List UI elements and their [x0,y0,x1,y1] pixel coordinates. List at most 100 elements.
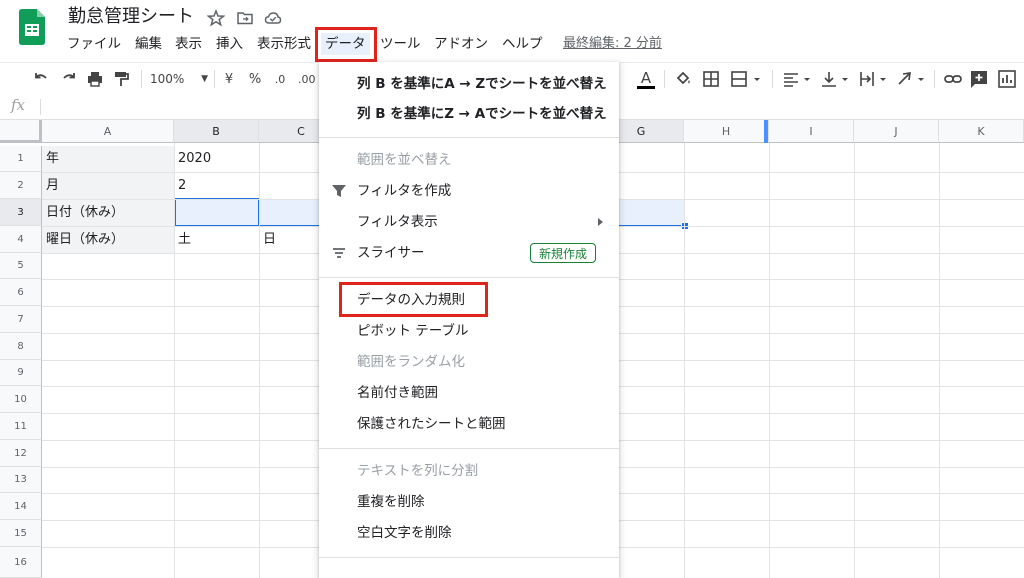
row-header-14[interactable]: 14 [0,493,42,520]
highlight-box-data-validation [339,282,488,317]
data-menu-dropdown: 列 B を基準にA → Zでシートを並べ替え 列 B を基準にZ → Aでシート… [319,62,619,578]
row-header-5[interactable]: 5 [0,253,42,279]
decrease-decimal-button[interactable]: .0 [270,68,290,90]
row-header-16[interactable]: 16 [0,547,42,578]
menu-item-slicer[interactable]: スライサー 新規作成 [319,238,619,268]
cell-a1[interactable]: 年 [42,146,59,172]
menu-view[interactable]: 表示 [171,33,206,55]
paint-format-icon[interactable] [110,68,132,90]
column-header-k[interactable]: K [939,120,1024,143]
row-header-9[interactable]: 9 [0,360,42,386]
row-header-2[interactable]: 2 [0,172,42,199]
menu-item-sort-a-z[interactable]: 列 B を基準にA → Zでシートを並べ替え [319,69,619,99]
toolbar-separator [664,70,665,88]
document-title[interactable]: 勤怠管理シート [68,5,194,29]
zoom-value: 100% [150,72,185,86]
cell-a4[interactable]: 曜日（休み） [42,227,124,253]
cell-b2[interactable]: 2 [174,173,186,199]
menu-insert[interactable]: 挿入 [212,33,247,55]
insert-chart-icon[interactable] [996,68,1018,90]
cloud-status-icon[interactable] [264,9,282,27]
row-header-4[interactable]: 4 [0,226,42,253]
row-header-12[interactable]: 12 [0,440,42,467]
grid-line [259,143,260,578]
menu-item-pivot-table[interactable]: ピボット テーブル [319,316,619,346]
redo-icon[interactable] [58,68,80,90]
zoom-select[interactable]: 100% ▼ [150,68,208,90]
percent-format-button[interactable]: % [246,68,264,90]
row-header-3[interactable]: 3 [0,199,42,226]
text-wrapping-icon[interactable] [856,68,892,90]
row-header-6[interactable]: 6 [0,279,42,306]
fx-label: fx [11,96,26,114]
insert-link-icon[interactable] [942,68,964,90]
row-header-15[interactable]: 15 [0,520,42,547]
menu-item-protected-sheets[interactable]: 保護されたシートと範囲 [319,409,619,439]
column-header-a[interactable]: A [42,120,174,143]
menu-item-filter-views[interactable]: フィルタ表示 [319,207,619,237]
fill-color-icon[interactable] [672,68,694,90]
insert-comment-icon[interactable] [968,68,990,90]
grid-line [174,143,175,578]
last-edit-link[interactable]: 最終編集: 2 分前 [563,33,662,55]
menu-help[interactable]: ヘルプ [498,33,547,55]
highlight-box-data-menu [315,27,377,62]
menu-item-label: フィルタを作成 [357,183,452,199]
menu-item-create-filter[interactable]: フィルタを作成 [319,176,619,206]
cell-c4[interactable]: 日 [259,227,276,253]
menu-separator [319,448,619,449]
menu-item-split-text: テキストを列に分割 [357,463,479,479]
cell-a2[interactable]: 月 [42,173,59,199]
toolbar-separator [141,70,142,88]
column-freeze-handle[interactable] [764,120,768,143]
row-header-8[interactable]: 8 [0,333,42,360]
merge-cells-icon[interactable] [728,68,764,90]
undo-icon[interactable] [30,68,52,90]
horizontal-align-icon[interactable] [780,68,816,90]
toolbar-separator [772,70,773,88]
menu-item-sort-range: 範囲を並べ替え [357,152,452,168]
app-header: 勤怠管理シート ファイル 編集 表示 挿入 表示形式 データ ツール アドオン … [0,0,1024,60]
toolbar-separator [934,70,935,88]
text-rotation-icon[interactable] [894,68,930,90]
menu-item-sort-z-a[interactable]: 列 B を基準にZ → Aでシートを並べ替え [319,99,619,129]
menu-edit[interactable]: 編集 [131,33,166,55]
chevron-down-icon: ▼ [201,74,208,84]
select-all-corner[interactable] [0,120,42,143]
row-header-11[interactable]: 11 [0,413,42,440]
menu-item-trim-whitespace[interactable]: 空白文字を削除 [319,518,619,548]
vertical-align-icon[interactable] [818,68,854,90]
menu-addons[interactable]: アドオン [430,33,492,55]
print-icon[interactable] [84,68,106,90]
move-to-folder-icon[interactable] [236,9,254,27]
filter-icon [332,185,346,197]
borders-icon[interactable] [700,68,722,90]
menu-file[interactable]: ファイル [63,33,125,55]
grid-line [854,143,855,578]
column-header-j[interactable]: J [854,120,939,143]
row-header-13[interactable]: 13 [0,467,42,493]
row-header-1[interactable]: 1 [0,146,42,172]
column-header-h[interactable]: H [684,120,769,143]
increase-decimal-button[interactable]: .00 [298,68,318,90]
currency-format-button[interactable]: ¥ [220,68,238,90]
sheets-logo-icon[interactable] [19,9,45,45]
row-header-7[interactable]: 7 [0,306,42,333]
row-header-10[interactable]: 10 [0,386,42,413]
menu-item-remove-duplicates[interactable]: 重複を削除 [319,487,619,517]
menu-item-named-ranges[interactable]: 名前付き範囲 [319,378,619,408]
column-header-i[interactable]: I [769,120,854,143]
text-color-bar [637,85,655,89]
column-header-b[interactable]: B [174,120,259,143]
cell-b1[interactable]: 2020 [174,146,211,172]
menu-format[interactable]: 表示形式 [253,33,315,55]
active-cell-b3[interactable] [174,198,260,227]
cell-a3[interactable]: 日付（休み） [42,200,124,226]
menu-tools[interactable]: ツール [376,33,425,55]
star-icon[interactable] [207,9,225,27]
cell-b4[interactable]: 土 [174,227,191,253]
menu-item-randomize-range: 範囲をランダム化 [357,354,465,370]
menu-separator [319,277,619,278]
text-color-label: A [640,68,652,87]
text-color-button[interactable]: A [636,68,656,90]
